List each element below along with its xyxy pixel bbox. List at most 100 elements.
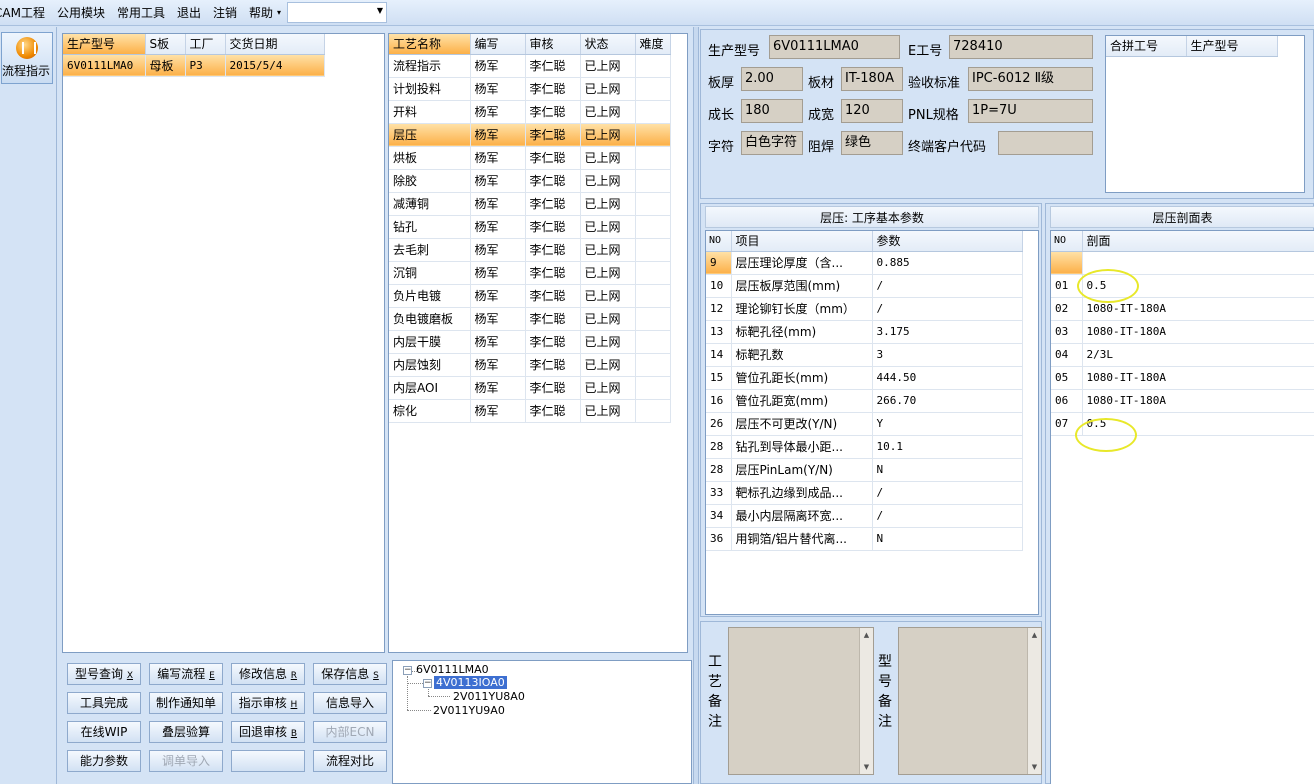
table-row[interactable]: 03 1080-IT-180A xyxy=(1051,320,1314,344)
table-row[interactable]: 负片电镀 杨军 李仁聪 已上网 xyxy=(389,284,671,308)
col-section-profile[interactable]: 剖面 xyxy=(1082,231,1314,252)
menu-overflow-arrow-icon[interactable]: ▾ xyxy=(277,8,281,17)
menu-help[interactable]: 帮助 xyxy=(243,4,279,21)
chevron-down-icon[interactable]: ▼ xyxy=(377,6,383,15)
col-delivery-date[interactable]: 交货日期 xyxy=(225,34,325,55)
action-button-12[interactable]: 内部ECN xyxy=(313,721,387,743)
action-button-5[interactable]: 工具完成 xyxy=(67,692,141,714)
table-row[interactable]: 13 标靶孔径(mm) 3.175 xyxy=(706,320,1023,344)
table-row[interactable]: 06 1080-IT-180A xyxy=(1051,389,1314,413)
table-row[interactable]: 02 1080-IT-180A xyxy=(1051,297,1314,321)
table-row[interactable]: 26 层压不可更改(Y/N) Y xyxy=(706,412,1023,436)
table-row[interactable]: 钻孔 杨军 李仁聪 已上网 xyxy=(389,215,671,239)
scrollbar[interactable]: ▲ ▼ xyxy=(859,628,873,774)
table-row[interactable]: 14 标靶孔数 3 xyxy=(706,343,1023,367)
col-no[interactable]: NO xyxy=(706,231,732,252)
scrollbar[interactable]: ▲ ▼ xyxy=(1027,628,1041,774)
col-writer[interactable]: 编写 xyxy=(470,34,526,55)
action-button-14[interactable]: 调单导入 xyxy=(149,750,223,772)
table-row[interactable]: 去毛刺 杨军 李仁聪 已上网 xyxy=(389,238,671,262)
tree-node-root[interactable]: 6V0111LMA0 xyxy=(416,663,489,676)
menu-combo-box[interactable]: ▼ xyxy=(287,2,388,23)
table-row[interactable]: 除胶 杨军 李仁聪 已上网 xyxy=(389,169,671,193)
table-row[interactable]: 28 钻孔到导体最小距... 10.1 xyxy=(706,435,1023,459)
table-row[interactable]: 内层干膜 杨军 李仁聪 已上网 xyxy=(389,330,671,354)
col-difficulty[interactable]: 难度 xyxy=(635,34,671,55)
tree-node-grandchild[interactable]: 2V011YU8A0 xyxy=(453,690,525,703)
table-row[interactable]: 棕化 杨军 李仁聪 已上网 xyxy=(389,399,671,423)
col-factory[interactable]: 工厂 xyxy=(185,34,226,55)
customer-field[interactable] xyxy=(998,131,1093,155)
table-row[interactable]: 34 最小内层隔离环宽... / xyxy=(706,504,1023,528)
table-row[interactable]: 33 靶标孔边缘到成品... / xyxy=(706,481,1023,505)
table-row[interactable]: 减薄铜 杨军 李仁聪 已上网 xyxy=(389,192,671,216)
action-button-10[interactable]: 叠层验算 xyxy=(149,721,223,743)
table-row[interactable]: 烘板 杨军 李仁聪 已上网 xyxy=(389,146,671,170)
action-button-4[interactable]: 保存信息 S xyxy=(313,663,387,685)
eno-field[interactable]: 728410 xyxy=(949,35,1093,59)
table-row[interactable]: 9 层压理论厚度（含... 0.885 xyxy=(706,251,1023,275)
table-row[interactable]: 6V0111LMA0 母板 P3 2015/5/4 xyxy=(63,54,325,77)
table-row[interactable]: 04 2/3L xyxy=(1051,343,1314,367)
vertical-splitter[interactable] xyxy=(693,27,699,784)
mask-field[interactable]: 绿色 xyxy=(841,131,903,155)
thickness-field[interactable]: 2.00 xyxy=(741,67,803,91)
table-row[interactable]: 内层蚀刻 杨军 李仁聪 已上网 xyxy=(389,353,671,377)
model-field[interactable]: 6V0111LMA0 xyxy=(769,35,900,59)
tree-node-sibling[interactable]: 2V011YU9A0 xyxy=(433,704,505,717)
table-row[interactable]: 层压 杨军 李仁聪 已上网 xyxy=(389,123,671,147)
tree-collapse-icon[interactable]: − xyxy=(423,679,432,688)
table-row[interactable]: 内层AOI 杨军 李仁聪 已上网 xyxy=(389,376,671,400)
model-remark-textarea[interactable]: ▲ ▼ xyxy=(898,627,1042,775)
col-section-no[interactable]: NO xyxy=(1051,231,1083,252)
width-field[interactable]: 120 xyxy=(841,99,903,123)
tree-node-child-selected[interactable]: 4V0113IOA0 xyxy=(434,676,507,689)
action-button-6[interactable]: 制作通知单 xyxy=(149,692,223,714)
col-item[interactable]: 项目 xyxy=(731,231,873,252)
action-button-8[interactable]: 信息导入 xyxy=(313,692,387,714)
scroll-up-icon[interactable]: ▲ xyxy=(860,628,873,642)
silk-field[interactable]: 白色字符 xyxy=(741,131,803,155)
menu-common-modules[interactable]: 公用模块 xyxy=(51,4,111,21)
action-button-3[interactable]: 修改信息 R xyxy=(231,663,305,685)
table-row[interactable]: 15 管位孔距长(mm) 444.50 xyxy=(706,366,1023,390)
col-process-name[interactable]: 工艺名称 xyxy=(389,34,471,55)
table-row[interactable]: 流程指示 杨军 李仁聪 已上网 xyxy=(389,54,671,78)
menu-logout[interactable]: 注销 xyxy=(207,4,243,21)
standard-field[interactable]: IPC-6012 Ⅱ级 xyxy=(968,67,1093,91)
col-combine-eno[interactable]: 合拼工号 xyxy=(1106,36,1187,57)
flow-guide-button[interactable]: 流程指示 xyxy=(1,32,53,84)
menu-exit[interactable]: 退出 xyxy=(171,4,207,21)
action-button-2[interactable]: 编写流程 E xyxy=(149,663,223,685)
action-button-13[interactable]: 能力参数 xyxy=(67,750,141,772)
table-row[interactable]: 16 管位孔距宽(mm) 266.70 xyxy=(706,389,1023,413)
action-button-16[interactable]: 流程对比 xyxy=(313,750,387,772)
table-row[interactable]: 10 层压板厚范围(mm) / xyxy=(706,274,1023,298)
col-reviewer[interactable]: 审核 xyxy=(525,34,581,55)
table-row[interactable]: 沉铜 杨军 李仁聪 已上网 xyxy=(389,261,671,285)
table-row[interactable]: 计划投料 杨军 李仁聪 已上网 xyxy=(389,77,671,101)
tree-collapse-icon[interactable]: − xyxy=(403,666,412,675)
col-s-board[interactable]: S板 xyxy=(145,34,186,55)
table-row[interactable]: 36 用铜箔/铝片替代离... N xyxy=(706,527,1023,551)
scroll-down-icon[interactable]: ▼ xyxy=(1028,760,1041,774)
length-field[interactable]: 180 xyxy=(741,99,803,123)
menu-common-tools[interactable]: 常用工具 xyxy=(111,4,171,21)
material-field[interactable]: IT-180A xyxy=(841,67,903,91)
table-row[interactable]: 28 层压PinLam(Y/N) N xyxy=(706,458,1023,482)
process-remark-textarea[interactable]: ▲ ▼ xyxy=(728,627,874,775)
table-row[interactable] xyxy=(1051,251,1314,275)
scroll-up-icon[interactable]: ▲ xyxy=(1028,628,1041,642)
table-row[interactable]: 05 1080-IT-180A xyxy=(1051,366,1314,390)
scroll-down-icon[interactable]: ▼ xyxy=(860,760,873,774)
col-status[interactable]: 状态 xyxy=(580,34,636,55)
action-button-11[interactable]: 回退审核 B xyxy=(231,721,305,743)
action-button-7[interactable]: 指示审核 H xyxy=(231,692,305,714)
pnl-field[interactable]: 1P=7U xyxy=(968,99,1093,123)
col-model[interactable]: 生产型号 xyxy=(63,34,146,55)
col-combine-model[interactable]: 生产型号 xyxy=(1186,36,1278,57)
table-row[interactable]: 开料 杨军 李仁聪 已上网 xyxy=(389,100,671,124)
action-button-9[interactable]: 在线WIP xyxy=(67,721,141,743)
action-button-1[interactable]: 型号查询 X xyxy=(67,663,141,685)
action-button-15[interactable] xyxy=(231,750,305,772)
